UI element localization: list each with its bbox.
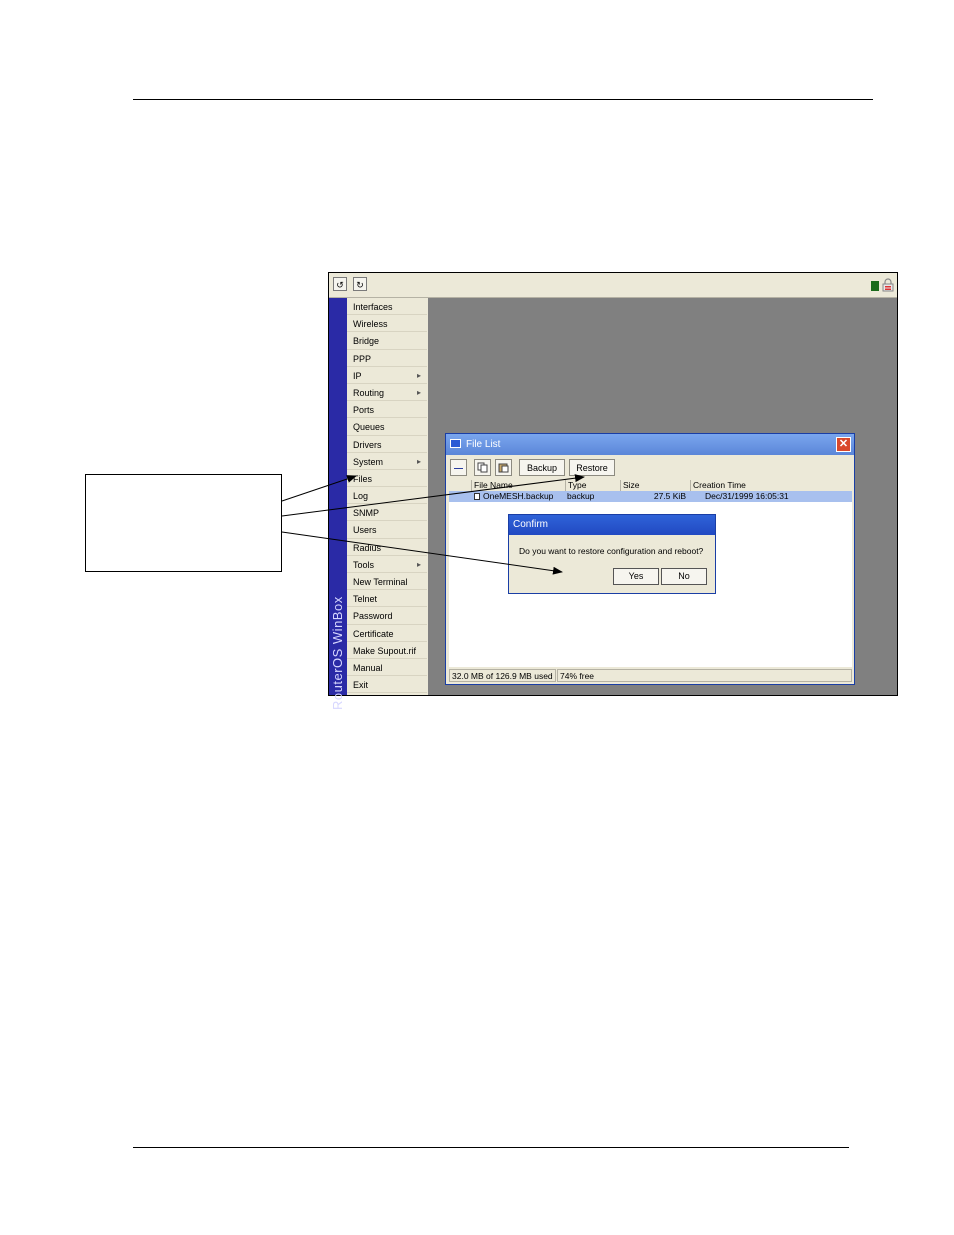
redo-icon[interactable]: ↻: [353, 277, 367, 291]
sidebar-item-label: System: [353, 456, 384, 467]
column-header-created[interactable]: Creation Time: [690, 480, 794, 491]
file-list-titlebar[interactable]: File List ✕: [446, 434, 854, 455]
sidebar-item-label: Ports: [353, 405, 375, 416]
sidebar-item-users[interactable]: Users: [347, 521, 427, 539]
sidebar-menu: Interfaces Wireless Bridge PPP IP ▸ Routing ▸ Po…: [347, 298, 427, 695]
file-list-status-bar: 32.0 MB of 126.9 MB used 74% free: [449, 669, 852, 682]
close-button[interactable]: ✕: [836, 437, 851, 452]
sidebar-item-label: Files: [353, 473, 373, 484]
sidebar-item-routing[interactable]: Routing ▸: [347, 384, 427, 402]
sidebar-item-label: Routing: [353, 387, 385, 398]
sidebar-item-label: IP: [353, 370, 362, 381]
status-used: 32.0 MB of 126.9 MB used: [449, 669, 556, 682]
sidebar-item-interfaces[interactable]: Interfaces: [347, 298, 427, 316]
callout-box: [85, 474, 282, 572]
yes-button[interactable]: Yes: [613, 568, 659, 585]
copy-button[interactable]: [474, 459, 491, 476]
sidebar-item-queues[interactable]: Queues: [347, 418, 427, 436]
sidebar-item-snmp[interactable]: SNMP: [347, 504, 427, 522]
undo-icon[interactable]: ↺: [333, 277, 347, 291]
lock-icon: [882, 278, 894, 292]
sidebar-item-bridge[interactable]: Bridge: [347, 332, 427, 350]
remove-button[interactable]: —: [450, 459, 467, 476]
sidebar-item-exit[interactable]: Exit: [347, 676, 427, 694]
sidebar-item-label: Tools: [353, 559, 375, 570]
file-list-title: File List: [466, 439, 501, 450]
column-header-name[interactable]: File Name: [471, 480, 565, 491]
sidebar-item-make-supout-rif[interactable]: Make Supout.rif: [347, 642, 427, 659]
submenu-arrow-icon: ▸: [416, 370, 421, 380]
file-type: backup: [567, 491, 595, 501]
sidebar-item-label: Wireless: [353, 319, 388, 330]
sidebar-item-ip[interactable]: IP ▸: [347, 367, 427, 384]
sidebar-item-ports[interactable]: Ports: [347, 401, 427, 419]
paste-button[interactable]: [495, 459, 512, 476]
sidebar-item-label: Drivers: [353, 439, 382, 450]
file-size: 27.5 KiB: [653, 491, 686, 501]
sidebar-item-label: New Terminal: [353, 577, 408, 587]
header-rule: [133, 99, 873, 100]
copy-icon: [477, 462, 488, 473]
sidebar-item-manual[interactable]: Manual: [347, 659, 427, 677]
brand-strip: RouterOS WinBox: [329, 298, 347, 710]
sidebar-item-label: SNMP: [353, 508, 380, 519]
backup-button[interactable]: Backup: [519, 459, 565, 476]
connection-status-icon: [871, 281, 879, 291]
sidebar-item-ppp[interactable]: PPP: [347, 350, 427, 367]
sidebar-item-new-terminal[interactable]: New Terminal: [347, 573, 427, 591]
sidebar-item-label: Manual: [353, 662, 383, 673]
sidebar-item-label: Make Supout.rif: [353, 645, 417, 656]
sidebar-item-system[interactable]: System ▸: [347, 453, 427, 470]
confirm-dialog: Confirm Do you want to restore configura…: [508, 514, 716, 594]
column-header-type[interactable]: Type: [565, 480, 620, 491]
sidebar-item-files[interactable]: Files: [347, 470, 427, 488]
sidebar-item-label: PPP: [353, 353, 372, 364]
no-button[interactable]: No: [661, 568, 707, 585]
sidebar-item-wireless[interactable]: Wireless: [347, 315, 427, 333]
sidebar-item-drivers[interactable]: Drivers: [347, 436, 427, 453]
winbox-toolbar: ↺ ↻: [329, 273, 897, 298]
sidebar-item-log[interactable]: Log: [347, 487, 427, 505]
sidebar-item-label: Queues: [353, 422, 385, 433]
file-created: Dec/31/1999 16:05:31: [705, 491, 789, 501]
sidebar-item-label: Interfaces: [353, 302, 393, 312]
paste-icon: [498, 463, 509, 473]
table-row[interactable]: OneMESH.backup backup 27.5 KiB Dec/31/19…: [449, 491, 852, 502]
sidebar-item-radius[interactable]: Radius: [347, 539, 427, 556]
status-free: 74% free: [557, 669, 852, 682]
sidebar-item-telnet[interactable]: Telnet: [347, 590, 427, 608]
submenu-arrow-icon: ▸: [416, 456, 421, 466]
sidebar-item-label: Exit: [353, 680, 369, 691]
sidebar-item-password[interactable]: Password: [347, 607, 427, 625]
sidebar-item-label: Telnet: [353, 594, 378, 605]
sidebar-item-tools[interactable]: Tools ▸: [347, 556, 427, 573]
restore-button[interactable]: Restore: [569, 459, 615, 476]
file-name: OneMESH.backup: [483, 491, 554, 501]
column-header-size[interactable]: Size: [620, 480, 690, 491]
submenu-arrow-icon: ▸: [416, 559, 421, 569]
sidebar-item-label: Users: [353, 525, 377, 536]
sidebar-item-label: Log: [353, 491, 369, 502]
footer-rule: [133, 1147, 849, 1148]
sidebar-item-label: Certificate: [353, 628, 394, 639]
sidebar-item-label: Bridge: [353, 336, 380, 347]
sidebar-item-certificate[interactable]: Certificate: [347, 625, 427, 642]
confirm-message: Do you want to restore configuration and…: [519, 546, 704, 556]
sidebar-item-label: Radius: [353, 542, 382, 553]
file-icon: [474, 493, 480, 500]
window-icon: [450, 439, 461, 448]
confirm-title[interactable]: Confirm: [509, 515, 715, 535]
sidebar-item-label: Password: [353, 611, 393, 622]
brand-label: RouterOS WinBox: [330, 596, 345, 710]
submenu-arrow-icon: ▸: [416, 387, 421, 397]
